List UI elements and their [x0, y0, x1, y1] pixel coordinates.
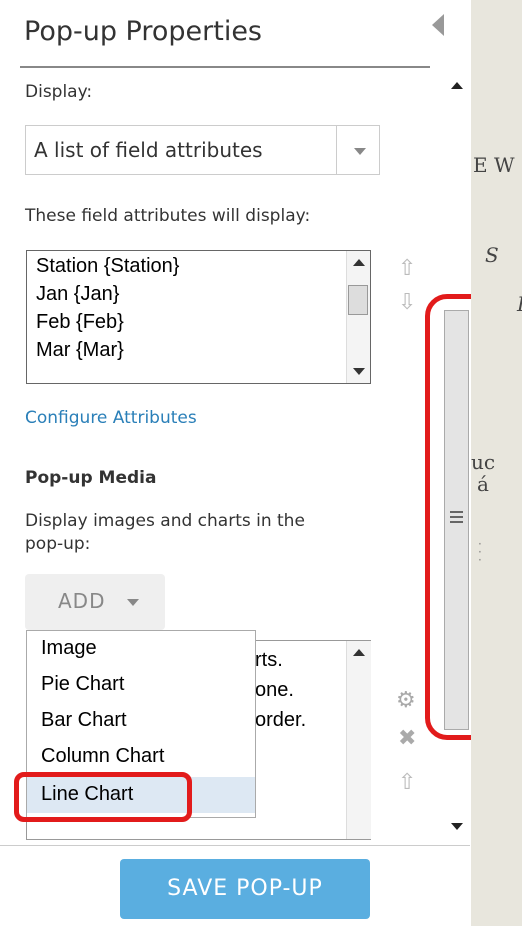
- scroll-up-icon[interactable]: [353, 259, 365, 266]
- highlight-line-chart: [14, 772, 192, 822]
- map-view[interactable]: E W S I uc á: [471, 0, 522, 926]
- panel-title: Pop-up Properties: [24, 16, 263, 47]
- menu-item-bar-chart[interactable]: Bar Chart: [27, 703, 255, 739]
- add-button-label: ADD: [58, 589, 106, 613]
- menu-item-column-chart[interactable]: Column Chart: [27, 739, 255, 775]
- splitter-grip-icon[interactable]: · · ·: [478, 538, 482, 566]
- list-item[interactable]: Jan {Jan}: [36, 283, 119, 306]
- display-select-value: A list of field attributes: [34, 138, 263, 162]
- menu-item-label: Bar Chart: [41, 709, 127, 731]
- media-description-line2: pop-up:: [25, 534, 91, 554]
- scroll-down-icon[interactable]: [451, 823, 463, 830]
- save-popup-button[interactable]: SAVE POP-UP: [120, 859, 370, 919]
- map-label: I: [517, 292, 522, 316]
- scroll-up-icon[interactable]: [451, 82, 463, 89]
- title-divider: [20, 66, 430, 68]
- gear-icon[interactable]: ⚙: [396, 688, 416, 713]
- chevron-down-icon[interactable]: [354, 148, 366, 155]
- media-text-line: rts.: [255, 649, 283, 671]
- move-up-icon[interactable]: ⇧: [398, 258, 416, 280]
- move-up-icon[interactable]: ⇧: [398, 772, 416, 794]
- map-label: S: [485, 243, 499, 267]
- media-scrollbar[interactable]: [346, 641, 371, 839]
- collapse-panel-icon[interactable]: [432, 14, 444, 36]
- display-label: Display:: [25, 82, 93, 102]
- display-select[interactable]: A list of field attributes: [25, 125, 380, 175]
- field-attributes-list[interactable]: Station {Station} Jan {Jan} Feb {Feb} Ma…: [26, 250, 371, 384]
- configure-attributes-link[interactable]: Configure Attributes: [25, 408, 197, 428]
- list-item[interactable]: Feb {Feb}: [36, 311, 124, 334]
- popup-properties-panel: Pop-up Properties Display: A list of fie…: [0, 0, 470, 926]
- footer-divider: [0, 845, 470, 846]
- menu-item-pie-chart[interactable]: Pie Chart: [27, 667, 255, 703]
- remove-icon[interactable]: ✖: [398, 726, 416, 751]
- panel-content: Display: A list of field attributes Thes…: [0, 70, 445, 840]
- map-label: E W: [473, 153, 515, 177]
- media-description: Display images and charts in the: [25, 511, 305, 531]
- add-media-button[interactable]: ADD: [25, 574, 165, 630]
- list-scrollbar[interactable]: [346, 251, 370, 383]
- map-label: á: [477, 472, 489, 496]
- scroll-down-icon[interactable]: [353, 368, 365, 375]
- media-text-line: one.: [255, 679, 294, 701]
- list-item[interactable]: Station {Station}: [36, 255, 179, 278]
- list-item[interactable]: Mar {Mar}: [36, 339, 124, 362]
- media-text-line: order.: [255, 709, 307, 731]
- map-label: uc: [471, 450, 496, 474]
- move-down-icon[interactable]: ⇩: [398, 292, 416, 314]
- menu-item-image[interactable]: Image: [27, 631, 255, 667]
- save-button-label: SAVE POP-UP: [167, 876, 323, 901]
- chevron-down-icon: [127, 599, 139, 606]
- select-separator: [336, 126, 337, 174]
- list-scrollbar-thumb[interactable]: [348, 285, 368, 315]
- menu-item-label: Column Chart: [41, 745, 165, 767]
- menu-item-label: Image: [41, 637, 97, 659]
- media-heading: Pop-up Media: [25, 468, 157, 488]
- attributes-label: These field attributes will display:: [25, 206, 311, 226]
- menu-item-label: Pie Chart: [41, 673, 125, 695]
- scroll-up-icon[interactable]: [353, 649, 365, 656]
